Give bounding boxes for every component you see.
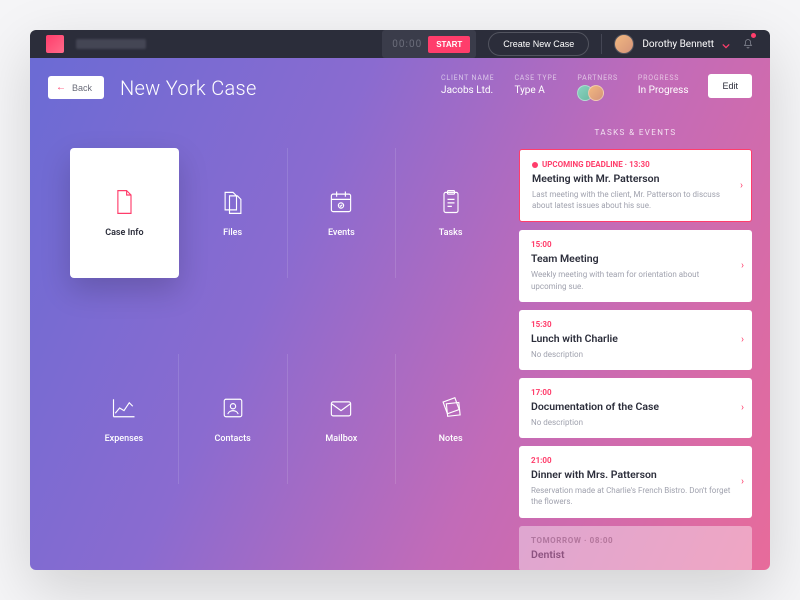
tile-mailbox[interactable]: Mailbox <box>288 354 397 484</box>
user-menu[interactable]: Dorothy Bennett <box>614 34 730 54</box>
tile-notes[interactable]: Notes <box>396 354 505 484</box>
event-title: Dinner with Mrs. Patterson <box>531 468 732 481</box>
meta-progress-label: PROGRESS <box>638 74 689 82</box>
event-time: 17:00 <box>531 388 732 397</box>
tile-files[interactable]: Files <box>179 148 288 278</box>
brand-logo <box>46 35 64 53</box>
meta-progress: PROGRESS In Progress <box>638 74 689 96</box>
tile-events[interactable]: Events <box>288 148 397 278</box>
chevron-right-icon: › <box>740 180 743 191</box>
event-time: 15:00 <box>531 240 732 249</box>
event-title: Dentist <box>531 548 732 561</box>
chevron-down-icon <box>722 35 730 54</box>
tile-expenses[interactable]: Expenses <box>70 354 179 484</box>
tiles-grid: Case Info Files Events Tasks Expenses <box>30 128 515 570</box>
event-card[interactable]: TOMORROW · 08:00 Dentist <box>519 526 752 571</box>
edit-button[interactable]: Edit <box>708 74 752 98</box>
chevron-right-icon: › <box>741 476 744 487</box>
event-title: Lunch with Charlie <box>531 332 732 345</box>
event-desc: No description <box>531 349 732 360</box>
tile-label: Files <box>223 228 242 238</box>
tile-label: Expenses <box>105 434 144 444</box>
clipboard-icon <box>437 188 465 216</box>
tile-label: Mailbox <box>325 434 357 444</box>
event-time: 15:30 <box>531 320 732 329</box>
divider <box>601 34 602 54</box>
tile-label: Notes <box>439 434 463 444</box>
timer-start-button[interactable]: START <box>428 36 470 53</box>
meta-type: CASE TYPE Type A <box>514 74 557 96</box>
mail-icon <box>327 394 355 422</box>
notification-dot-icon <box>751 33 756 38</box>
meta-type-label: CASE TYPE <box>514 74 557 82</box>
create-case-button[interactable]: Create New Case <box>488 32 589 56</box>
tile-label: Events <box>328 228 355 238</box>
events-panel: Tasks & Events UPCOMING DEADLINE · 13:30… <box>515 128 770 570</box>
back-button[interactable]: ← Back <box>48 76 104 99</box>
meta-partners: PARTNERS <box>577 74 618 101</box>
event-card[interactable]: UPCOMING DEADLINE · 13:30 Meeting with M… <box>519 149 752 222</box>
meta-progress-value: In Progress <box>638 85 689 96</box>
event-card[interactable]: 15:00 Team Meeting Weekly meeting with t… <box>519 230 752 301</box>
document-icon <box>110 188 138 216</box>
notes-icon <box>437 394 465 422</box>
main-body: Case Info Files Events Tasks Expenses <box>30 58 770 570</box>
arrow-left-icon: ← <box>56 82 66 93</box>
tile-label: Contacts <box>215 434 251 444</box>
timer-widget: 00:00 START <box>382 30 476 58</box>
tile-case-info[interactable]: Case Info <box>70 148 179 278</box>
meta-partners-label: PARTNERS <box>577 74 618 82</box>
case-meta-group: CLIENT NAME Jacobs Ltd. CASE TYPE Type A… <box>441 74 752 101</box>
meta-client-label: CLIENT NAME <box>441 74 494 82</box>
meta-client: CLIENT NAME Jacobs Ltd. <box>441 74 494 96</box>
tile-label: Case Info <box>105 228 143 238</box>
meta-type-value: Type A <box>514 85 557 96</box>
event-desc: Last meeting with the client, Mr. Patter… <box>532 189 731 211</box>
brand-name-placeholder <box>76 39 146 49</box>
app-window: 00:00 START Create New Case Dorothy Benn… <box>30 30 770 570</box>
chevron-right-icon: › <box>741 334 744 345</box>
deadline-dot-icon <box>532 162 538 168</box>
event-time: TOMORROW · 08:00 <box>531 536 732 545</box>
top-bar: 00:00 START Create New Case Dorothy Benn… <box>30 30 770 58</box>
chevron-right-icon: › <box>741 403 744 414</box>
timer-value: 00:00 <box>392 39 422 50</box>
event-time: UPCOMING DEADLINE · 13:30 <box>532 160 731 169</box>
tile-label: Tasks <box>439 228 463 238</box>
user-name-label: Dorothy Bennett <box>642 39 714 50</box>
meta-client-value: Jacobs Ltd. <box>441 85 494 96</box>
event-title: Team Meeting <box>531 252 732 265</box>
event-desc: Reservation made at Charlie's French Bis… <box>531 485 732 507</box>
event-card[interactable]: 17:00 Documentation of the Case No descr… <box>519 378 752 438</box>
events-list: UPCOMING DEADLINE · 13:30 Meeting with M… <box>519 149 752 570</box>
partner-avatar[interactable] <box>588 85 604 101</box>
event-time: 21:00 <box>531 456 732 465</box>
content-area: ← Back New York Case CLIENT NAME Jacobs … <box>30 58 770 570</box>
tile-tasks[interactable]: Tasks <box>396 148 505 278</box>
chevron-right-icon: › <box>741 261 744 272</box>
tile-contacts[interactable]: Contacts <box>179 354 288 484</box>
events-panel-title: Tasks & Events <box>519 128 752 137</box>
contact-icon <box>219 394 247 422</box>
back-label: Back <box>72 83 92 93</box>
chart-line-icon <box>110 394 138 422</box>
notifications-button[interactable] <box>742 35 754 54</box>
event-card[interactable]: 15:30 Lunch with Charlie No description … <box>519 310 752 370</box>
event-title: Meeting with Mr. Patterson <box>532 172 731 185</box>
calendar-icon <box>327 188 355 216</box>
event-card[interactable]: 21:00 Dinner with Mrs. Patterson Reserva… <box>519 446 752 517</box>
event-title: Documentation of the Case <box>531 400 732 413</box>
files-icon <box>219 188 247 216</box>
case-title: New York Case <box>120 76 257 100</box>
event-desc: Weekly meeting with team for orientation… <box>531 269 732 291</box>
case-header: ← Back New York Case CLIENT NAME Jacobs … <box>30 58 770 101</box>
user-avatar <box>614 34 634 54</box>
event-desc: No description <box>531 417 732 428</box>
